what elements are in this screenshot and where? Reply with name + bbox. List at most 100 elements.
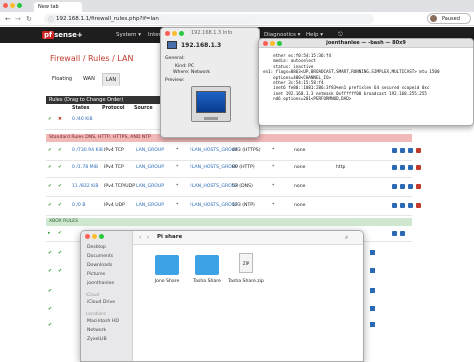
sidebar-item[interactable]: Macintosh HD xyxy=(87,319,119,324)
terminal-window[interactable]: joenthanlee — -bash — 80x9 ether ec:f0:5… xyxy=(258,38,474,126)
source-cell[interactable]: LAN_GROUP xyxy=(136,165,164,170)
maximize-window-icon[interactable] xyxy=(17,3,22,8)
table-row[interactable]: ✔ ✔ 11 /832 KiB IPv4 TCP/UDP LAN_GROUP * !LAN_… xyxy=(46,180,421,197)
site-info-icon[interactable]: ⓘ xyxy=(48,15,54,24)
edit-icon[interactable] xyxy=(392,165,397,170)
close-window-icon[interactable] xyxy=(85,234,90,239)
destination-cell[interactable]: !LAN_HOSTS_GROUP xyxy=(190,148,238,153)
folder-icon[interactable] xyxy=(155,255,179,275)
sidebar-item[interactable]: iCloud Drive xyxy=(87,300,115,305)
delete-icon[interactable] xyxy=(416,165,421,170)
tab-wan[interactable]: WAN xyxy=(83,73,95,85)
sidebar-item[interactable]: Desktop xyxy=(87,245,106,250)
edit-icon[interactable] xyxy=(392,231,397,236)
menu-system[interactable]: System ▾ xyxy=(116,30,141,40)
check-icon: ✔ xyxy=(58,250,63,256)
delete-icon[interactable] xyxy=(416,148,421,153)
disable-icon[interactable] xyxy=(408,184,413,189)
preview-section[interactable]: Preview: xyxy=(165,78,184,83)
general-section[interactable]: General: xyxy=(165,56,185,61)
disable-icon[interactable] xyxy=(408,165,413,170)
close-window-icon[interactable] xyxy=(165,31,170,36)
breadcrumb-rules[interactable]: Rules xyxy=(88,54,110,63)
states-cell[interactable]: 11 /832 KiB xyxy=(72,184,99,189)
sidebar-item[interactable]: ZyxelLIB xyxy=(87,337,107,342)
maximize-window-icon[interactable] xyxy=(99,234,104,239)
source-cell[interactable]: LAN_GROUP xyxy=(136,184,164,189)
minimize-window-icon[interactable] xyxy=(172,31,177,36)
sidebar-item[interactable]: Downloads xyxy=(87,263,112,268)
edit-icon[interactable] xyxy=(370,322,375,327)
table-row[interactable]: ✔ ✔ 0 /730.94 KiB IPv4 TCP LAN_GROUP * !LAN_HO… xyxy=(46,144,421,161)
close-window-icon[interactable] xyxy=(3,3,8,8)
maximize-window-icon[interactable] xyxy=(277,41,282,46)
close-window-icon[interactable] xyxy=(263,41,268,46)
edit-icon[interactable] xyxy=(392,148,397,153)
protocol-cell: IPv4 TCP xyxy=(104,165,124,170)
col-protocol[interactable]: Protocol xyxy=(102,106,125,111)
states-cell[interactable]: 0 /1.78 MiB xyxy=(72,165,98,170)
back-icon[interactable]: ‹ xyxy=(139,234,141,241)
pfsense-logo[interactable]: pf sense+ xyxy=(42,31,83,39)
minimize-window-icon[interactable] xyxy=(10,3,15,8)
col-source[interactable]: Source xyxy=(134,106,153,111)
separator-xbox-rules[interactable]: XBOX RULES xyxy=(46,218,412,226)
forward-icon[interactable]: › xyxy=(147,234,149,241)
copy-icon[interactable] xyxy=(400,203,405,208)
states-cell[interactable]: 0 /40 KiB xyxy=(72,117,93,122)
table-row[interactable]: ✔ ✔ 0 /0 B IPv4 UDP LAN_GROUP * !LAN_HOSTS_GRO… xyxy=(46,199,421,216)
destination-cell[interactable]: !LAN_HOSTS_GROUP xyxy=(190,203,238,208)
table-row[interactable]: ✔ ✔ 0 /1.78 MiB IPv4 TCP LAN_GROUP * !LAN_HOST… xyxy=(46,161,421,178)
delete-icon[interactable] xyxy=(416,184,421,189)
col-states[interactable]: States xyxy=(72,106,89,111)
edit-icon[interactable] xyxy=(370,306,375,311)
minimize-window-icon[interactable] xyxy=(92,234,97,239)
copy-icon[interactable] xyxy=(400,231,405,236)
edit-icon[interactable] xyxy=(370,268,375,273)
sidebar-item[interactable]: Pictures xyxy=(87,272,105,277)
tab-floating[interactable]: Floating xyxy=(52,73,72,85)
sidebar-heading-locations: Locations xyxy=(86,311,106,316)
maximize-window-icon[interactable] xyxy=(179,31,184,36)
edit-icon[interactable] xyxy=(392,203,397,208)
info-window[interactable]: 192.168.1.3 Info 192.168.1.3 General: Ki… xyxy=(160,27,260,138)
check-icon: ✔ xyxy=(48,117,52,122)
url-field[interactable]: 192.168.1.1/firewall_rules.php?if=lan xyxy=(44,14,374,24)
disable-icon[interactable] xyxy=(408,203,413,208)
browser-tab[interactable]: New tab xyxy=(34,2,82,12)
copy-icon[interactable] xyxy=(400,148,405,153)
destination-cell[interactable]: !LAN_HOSTS_GROUP xyxy=(190,165,238,170)
sidebar-item[interactable]: Documents xyxy=(87,254,113,259)
edit-icon[interactable] xyxy=(392,184,397,189)
disable-icon[interactable] xyxy=(408,148,413,153)
folder-tasha-share[interactable]: Tasha Share xyxy=(185,279,229,284)
edit-icon[interactable] xyxy=(370,288,375,293)
states-cell[interactable]: 0 /730.94 KiB xyxy=(72,148,103,153)
minimize-window-icon[interactable] xyxy=(270,41,275,46)
breadcrumb-lan: LAN xyxy=(117,54,134,63)
sidebar-item[interactable]: joenthanlee xyxy=(87,281,114,286)
source-cell[interactable]: LAN_GROUP xyxy=(136,148,164,153)
destination-cell[interactable]: !LAN_HOSTS_GROUP xyxy=(190,184,238,189)
tab-lan[interactable]: LAN xyxy=(102,73,121,86)
copy-icon[interactable] xyxy=(400,184,405,189)
reload-icon[interactable]: ↻ xyxy=(26,15,32,23)
finder-window[interactable]: Desktop Documents Downloads Pictures joentha… xyxy=(80,230,364,362)
source-cell[interactable]: LAN_GROUP xyxy=(136,203,164,208)
file-tasha-share-zip[interactable]: Tasha Share.zip xyxy=(224,279,268,284)
zip-file-icon[interactable]: ZIP xyxy=(239,253,253,273)
states-cell[interactable]: 0 /0 B xyxy=(72,203,85,208)
folder-jono-share[interactable]: Jono Share xyxy=(145,279,189,284)
breadcrumb-firewall[interactable]: Firewall xyxy=(50,54,80,63)
copy-icon[interactable] xyxy=(400,165,405,170)
edit-icon[interactable] xyxy=(370,250,375,255)
terminal-output[interactable]: ether ec:f0:54:15:36:f4 media: autoselec… xyxy=(259,48,473,102)
delete-icon[interactable] xyxy=(416,203,421,208)
search-icon[interactable]: ⌕ xyxy=(345,234,348,242)
forward-icon[interactable]: → xyxy=(15,15,21,23)
sidebar-item[interactable]: Network xyxy=(87,328,106,333)
folder-icon[interactable] xyxy=(195,255,219,275)
sidebar-heading-icloud: iCloud xyxy=(86,292,100,297)
check-icon: ✔ xyxy=(48,288,53,294)
back-icon[interactable]: ← xyxy=(5,15,11,23)
